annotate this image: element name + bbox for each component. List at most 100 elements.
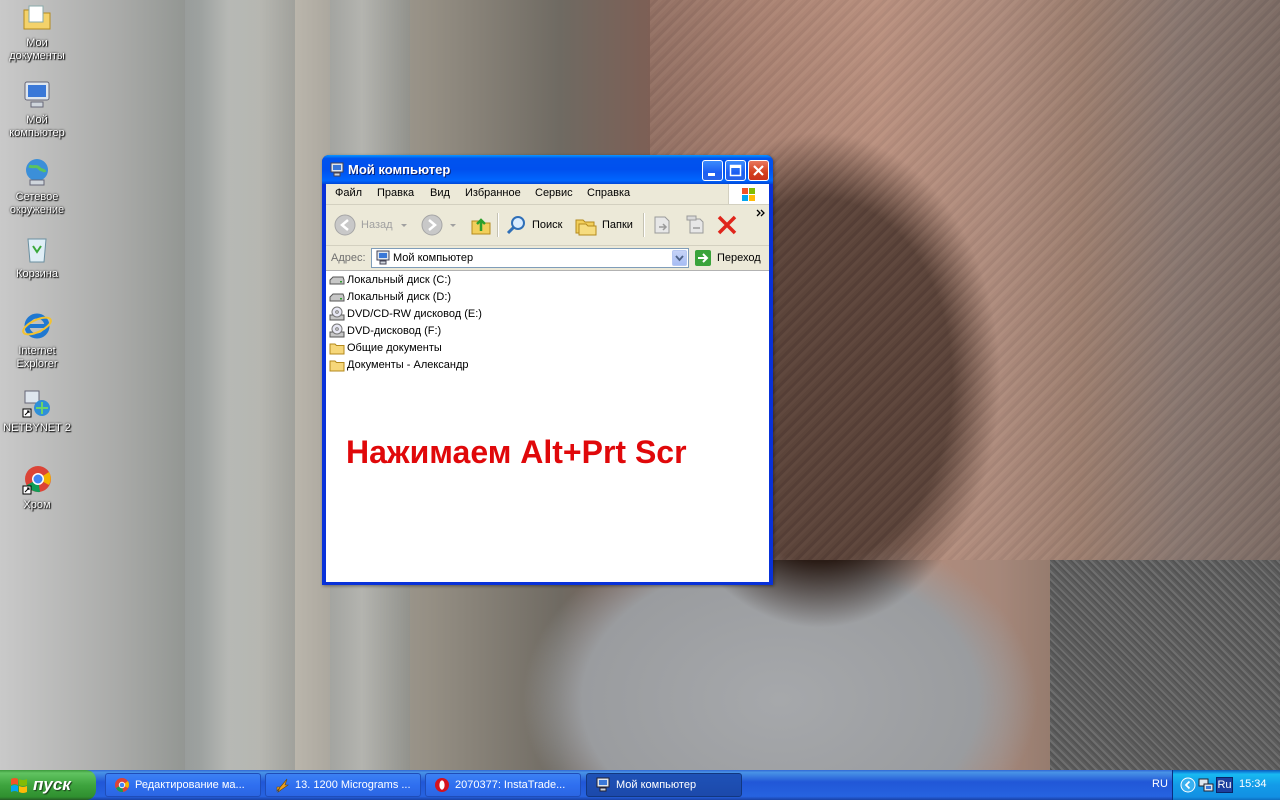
desktop-icon-label: Сетевое окружение <box>9 191 65 216</box>
back-button[interactable]: Назад <box>333 213 409 237</box>
taskbar-button-my-computer[interactable]: Мой компьютер <box>586 773 742 797</box>
desktop-icon-label: Мои документы <box>9 37 65 62</box>
copy-to-button[interactable] <box>683 213 707 237</box>
toolbar-overflow-button[interactable] <box>756 207 766 219</box>
folders-button[interactable]: Папки <box>574 213 633 237</box>
close-button[interactable] <box>748 160 769 181</box>
list-item-label: DVD-дисковод (F:) <box>347 325 442 337</box>
folder-icon <box>329 340 345 356</box>
minimize-button[interactable] <box>702 160 723 181</box>
menu-file[interactable]: Файл <box>335 187 362 199</box>
delete-button[interactable] <box>715 213 739 237</box>
network-connection-icon[interactable] <box>1198 777 1214 796</box>
taskbar-button-label: 2070377: InstaTrade... <box>455 779 566 791</box>
menu-edit[interactable]: Правка <box>377 187 414 199</box>
desktop-icon-network-places[interactable]: Сетевое окружение <box>0 156 74 217</box>
address-label: Адрес: <box>331 252 366 264</box>
list-item-label: Общие документы <box>347 342 442 354</box>
address-value: Мой компьютер <box>393 252 474 264</box>
start-button[interactable]: пуск <box>0 770 96 800</box>
window-client: Файл Правка Вид Избранное Сервис Справка… <box>326 184 769 582</box>
toolbar-separator <box>643 213 645 237</box>
explorer-window[interactable]: Мой компьютер Файл Правка Вид Избранное … <box>322 155 773 585</box>
desktop-icon-label: Хром <box>23 499 51 511</box>
chevron-left-icon <box>1180 777 1196 793</box>
list-item-label: DVD/CD-RW дисковод (E:) <box>347 308 482 320</box>
maximize-button[interactable] <box>725 160 746 181</box>
my-computer-icon <box>595 777 611 793</box>
chevron-down-icon <box>675 255 684 262</box>
taskbar-button-label: Редактирование ма... <box>135 779 245 791</box>
list-item[interactable]: DVD/CD-RW дисковод (E:) <box>329 306 482 322</box>
netbynet-icon <box>21 387 53 419</box>
desktop-icon-recycle-bin[interactable]: Корзина <box>0 233 74 281</box>
list-item-label: Локальный диск (C:) <box>347 274 452 286</box>
maximize-icon <box>729 164 742 177</box>
desktop-icon-internet-explorer[interactable]: Internet Explorer <box>0 310 74 371</box>
desktop-icon-label: Internet Explorer <box>16 345 58 370</box>
my-computer-icon <box>329 162 345 178</box>
folders-icon <box>575 219 597 236</box>
menu-bar: Файл Правка Вид Избранное Сервис Справка <box>326 184 769 205</box>
desktop-icon-label: NETBYNET 2 <box>3 422 71 434</box>
taskbar-button-opera[interactable]: 2070377: InstaTrade... <box>425 773 581 797</box>
background-pillar <box>185 0 295 770</box>
clock[interactable]: 15:34 <box>1239 778 1267 790</box>
instruction-overlay-text: Нажимаем Alt+Prt Scr <box>346 434 687 470</box>
list-item-label: Локальный диск (D:) <box>347 291 452 303</box>
hard-drive-icon <box>329 272 345 288</box>
my-computer-icon <box>376 250 390 265</box>
taskbar-button-label: Мой компьютер <box>616 779 697 791</box>
start-label: пуск <box>33 775 71 794</box>
desktop-icon-label: Мой компьютер <box>9 114 65 139</box>
search-icon <box>506 216 525 235</box>
windows-logo-icon <box>10 777 28 793</box>
desktop-icon-netbynet[interactable]: NETBYNET 2 <box>0 387 74 435</box>
go-label: Переход <box>717 252 761 264</box>
keyboard-layout-indicator[interactable]: Ru <box>1216 777 1233 793</box>
list-item[interactable]: Локальный диск (C:) <box>329 272 451 288</box>
tray-expand-button[interactable] <box>1180 777 1196 796</box>
menu-view[interactable]: Вид <box>430 187 450 199</box>
winamp-icon <box>274 777 290 793</box>
folder-icon <box>329 357 345 373</box>
back-label: Назад <box>361 219 393 231</box>
recycle-bin-icon <box>21 233 53 265</box>
back-arrow-icon <box>334 214 356 236</box>
search-button[interactable]: Поиск <box>504 213 562 237</box>
go-button[interactable]: Переход <box>694 249 761 267</box>
forward-button[interactable] <box>420 213 458 237</box>
move-to-button[interactable] <box>650 213 674 237</box>
forward-arrow-icon <box>421 214 443 236</box>
menu-favorites[interactable]: Избранное <box>465 187 521 199</box>
address-dropdown-button[interactable] <box>672 250 687 266</box>
desktop-icon-chrome[interactable]: Хром <box>0 464 74 512</box>
opera-icon <box>434 777 450 793</box>
list-item[interactable]: DVD-дисковод (F:) <box>329 323 441 339</box>
window-titlebar[interactable]: Мой компьютер <box>322 155 773 184</box>
list-item[interactable]: Документы - Александр <box>329 357 469 373</box>
network-places-icon <box>21 156 53 188</box>
taskbar-button-label: 13. 1200 Micrograms ... <box>295 779 411 791</box>
address-input[interactable]: Мой компьютер <box>371 248 689 268</box>
taskbar: пуск Редактирование ма... 13. 1200 Micro… <box>0 770 1280 800</box>
close-icon <box>753 165 764 176</box>
file-list: Локальный диск (C:) Локальный диск (D:) … <box>326 270 769 582</box>
move-to-icon <box>654 216 670 234</box>
menu-help[interactable]: Справка <box>587 187 630 199</box>
folder-up-icon <box>471 218 491 235</box>
internet-explorer-icon <box>21 310 53 342</box>
language-indicator[interactable]: RU <box>1152 778 1168 790</box>
desktop-icon-my-documents[interactable]: Мои документы <box>0 2 74 63</box>
up-button[interactable] <box>469 213 493 237</box>
list-item[interactable]: Локальный диск (D:) <box>329 289 451 305</box>
chrome-icon <box>114 777 130 793</box>
taskbar-button-chrome[interactable]: Редактирование ма... <box>105 773 261 797</box>
delete-icon <box>717 215 737 235</box>
desktop-icon-my-computer[interactable]: Мой компьютер <box>0 79 74 140</box>
menu-tools[interactable]: Сервис <box>535 187 573 199</box>
list-item[interactable]: Общие документы <box>329 340 442 356</box>
chevron-down-icon <box>400 224 407 227</box>
search-label: Поиск <box>532 219 563 231</box>
taskbar-button-winamp[interactable]: 13. 1200 Micrograms ... <box>265 773 421 797</box>
